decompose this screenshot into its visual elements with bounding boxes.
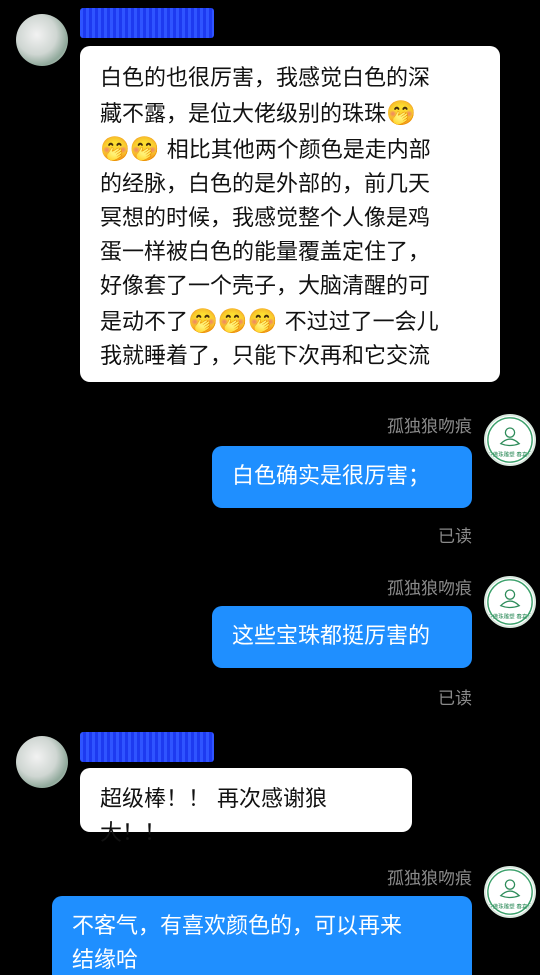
- my-avatar[interactable]: 陶石佛珠雕塑 春喜品何: [484, 576, 536, 628]
- face-hand-over-mouth-emoji: 🤭: [386, 99, 416, 127]
- message-line: 好像套了一个壳子，大脑清醒的可: [100, 274, 431, 299]
- message-line: 蛋一样被白色的能量覆盖定住了，: [100, 240, 431, 265]
- sender-name: 孤独狼吻痕: [387, 579, 472, 599]
- svg-text:陶石佛珠雕塑 春喜品何: 陶石佛珠雕塑 春喜品何: [486, 903, 534, 911]
- read-receipt: 已读: [438, 689, 472, 709]
- sender-name: 孤独狼吻痕: [387, 417, 472, 437]
- message-line: 是动不了🤭🤭🤭 不过过了一会儿: [100, 307, 439, 335]
- sender-name: 孤独狼吻痕: [387, 869, 472, 889]
- message-line: 不客气，有喜欢颜色的，可以再来: [72, 914, 403, 939]
- message-text: 这些宝珠都挺厉害的: [232, 624, 431, 649]
- face-hand-over-mouth-emoji: 🤭🤭🤭: [188, 307, 278, 335]
- message-line: 结缘哈: [72, 948, 139, 973]
- message-text: 白色确实是很厉害；: [232, 464, 431, 489]
- incoming-message-bubble[interactable]: 超级棒！！ 再次感谢狼大！！: [80, 768, 412, 846]
- redacted-contact-name: [80, 8, 214, 38]
- message-line: 藏不露，是位大佬级别的珠珠🤭: [100, 99, 416, 127]
- svg-text:陶石佛珠雕塑 春喜品何: 陶石佛珠雕塑 春喜品何: [486, 451, 534, 459]
- contact-avatar[interactable]: [16, 14, 68, 66]
- outgoing-message-bubble[interactable]: 这些宝珠都挺厉害的: [212, 606, 472, 668]
- chat-view: 白色的也很厉害，我感觉白色的深 藏不露，是位大佬级别的珠珠🤭 🤭🤭 相比其他两个…: [0, 0, 540, 975]
- outgoing-message-bubble[interactable]: 不客气，有喜欢颜色的，可以再来 结缘哈: [52, 896, 472, 975]
- message-line: 的经脉，白色的是外部的，前几天: [100, 172, 431, 197]
- seal-logo-icon: 陶石佛珠雕塑 春喜品何: [486, 417, 534, 463]
- read-receipt: 已读: [438, 527, 472, 547]
- message-line: 我就睡着了，只能下次再和它交流: [100, 344, 431, 369]
- seal-logo-icon: 陶石佛珠雕塑 春喜品何: [486, 579, 534, 625]
- message-line: 冥想的时候，我感觉整个人像是鸡: [100, 206, 431, 231]
- message-text: 超级棒！！ 再次感谢狼大！！: [100, 787, 327, 846]
- outgoing-message-bubble[interactable]: 白色确实是很厉害；: [212, 446, 472, 508]
- svg-text:陶石佛珠雕塑 春喜品何: 陶石佛珠雕塑 春喜品何: [486, 613, 534, 621]
- incoming-message-bubble[interactable]: 白色的也很厉害，我感觉白色的深 藏不露，是位大佬级别的珠珠🤭 🤭🤭 相比其他两个…: [80, 46, 500, 382]
- contact-avatar[interactable]: [16, 736, 68, 788]
- message-line: 白色的也很厉害，我感觉白色的深: [100, 66, 431, 91]
- redacted-contact-name: [80, 732, 214, 762]
- message-line: 🤭🤭 相比其他两个颜色是走内部: [100, 135, 431, 163]
- my-avatar[interactable]: 陶石佛珠雕塑 春喜品何: [484, 414, 536, 466]
- my-avatar[interactable]: 陶石佛珠雕塑 春喜品何: [484, 866, 536, 918]
- seal-logo-icon: 陶石佛珠雕塑 春喜品何: [486, 869, 534, 915]
- face-hand-over-mouth-emoji: 🤭🤭: [100, 135, 160, 163]
